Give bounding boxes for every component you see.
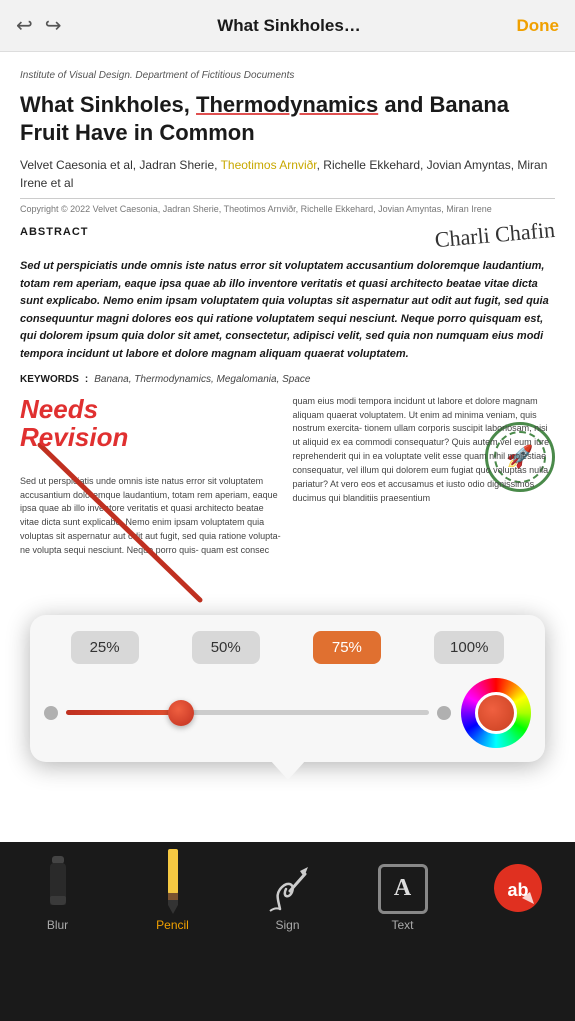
slider-fill (66, 710, 175, 715)
keywords-text: Banana, Thermodynamics, Megalomania, Spa… (94, 374, 310, 385)
color-wheel-selected (475, 692, 517, 734)
tool-pencil[interactable]: Pencil (133, 854, 213, 932)
blur-label: Blur (47, 918, 68, 932)
tool-text[interactable]: A Text (363, 854, 443, 932)
bottom-toolbar: Blur Pencil Sign A (0, 842, 575, 957)
body-content: NeedsRevision Sed ut perspiciatis unde o… (20, 395, 555, 615)
slider-thumb[interactable] (168, 700, 194, 726)
keywords-row: KEYWORDS: Banana, Thermodynamics, Megalo… (20, 374, 555, 385)
pencil-icon-wrap (164, 854, 182, 914)
done-button[interactable]: Done (516, 16, 559, 36)
needs-revision-text: NeedsRevision (20, 395, 128, 452)
popup-container: 25% 50% 75% 100% (20, 615, 555, 842)
pct-75-button[interactable]: 75% (313, 631, 381, 664)
text-icon-wrap: A (378, 854, 428, 914)
slider-track[interactable] (66, 710, 429, 715)
tool-abnl[interactable]: ab (478, 854, 558, 918)
document-area: Institute of Visual Design. Department o… (0, 52, 575, 842)
abnl-icon-wrap: ab (492, 854, 544, 914)
text-label: Text (391, 918, 413, 932)
abstract-row: ABSTRACT Charli Chafin (20, 226, 555, 252)
tool-sign[interactable]: Sign (248, 854, 328, 932)
title-part1: What Sinkholes, (20, 92, 196, 117)
institute-label: Institute of Visual Design. Department o… (20, 70, 555, 81)
doc-copyright: Copyright © 2022 Velvet Caesonia, Jadran… (20, 198, 555, 214)
abnl-logo-icon: ab (492, 862, 544, 914)
slider-color-row (44, 678, 531, 748)
sign-icon-wrap (260, 854, 315, 914)
redo-icon[interactable]: ↪ (45, 13, 62, 38)
top-bar: ↩ ↪ What Sinkholes… Done (0, 0, 575, 52)
keywords-label: KEYWORDS (20, 374, 79, 385)
slider-right-dot (437, 706, 451, 720)
pct-50-button[interactable]: 50% (192, 631, 260, 664)
nav-buttons: ↩ ↪ (16, 13, 62, 38)
percent-row: 25% 50% 75% 100% (44, 631, 531, 664)
body-left-text: Sed ut perspiciatis unde omnis iste natu… (20, 475, 283, 559)
pencil-label: Pencil (156, 918, 189, 932)
pct-25-button[interactable]: 25% (71, 631, 139, 664)
color-wheel[interactable] (461, 678, 531, 748)
text-icon-letter: A (394, 875, 411, 902)
authors-text: Velvet Caesonia et al, Jadran Sherie, (20, 158, 221, 172)
blur-icon (44, 856, 72, 914)
text-icon: A (378, 864, 428, 914)
popup-bubble: 25% 50% 75% 100% (30, 615, 545, 762)
sign-label: Sign (275, 918, 299, 932)
doc-title: What Sinkholes, Thermodynamics and Banan… (20, 91, 555, 146)
body-right: quam eius modi tempora incidunt ut labor… (293, 395, 556, 605)
pencil-icon (164, 849, 182, 914)
sign-icon (260, 859, 315, 914)
abstract-text: Sed ut perspiciatis unde omnis iste natu… (20, 258, 555, 364)
body-right-text: quam eius modi tempora incidunt ut labor… (293, 395, 556, 507)
doc-authors: Velvet Caesonia et al, Jadran Sherie, Th… (20, 156, 555, 192)
abstract-label: ABSTRACT (20, 226, 89, 238)
slider-left-dot (44, 706, 58, 720)
body-left: NeedsRevision Sed ut perspiciatis unde o… (20, 395, 283, 605)
doc-content: Institute of Visual Design. Department o… (0, 52, 575, 842)
title-underline: Thermodynamics (196, 92, 378, 117)
slider-area (44, 706, 451, 720)
tool-blur[interactable]: Blur (18, 854, 98, 932)
needs-revision-annotation: NeedsRevision (20, 395, 128, 452)
pct-100-button[interactable]: 100% (434, 631, 504, 664)
page-title: What Sinkholes… (217, 16, 361, 36)
signature: Charli Chafin (433, 217, 555, 253)
highlighted-author: Theotimos Arnviðr (221, 158, 317, 172)
undo-icon[interactable]: ↩ (16, 13, 33, 38)
blur-icon-wrap (44, 854, 72, 914)
